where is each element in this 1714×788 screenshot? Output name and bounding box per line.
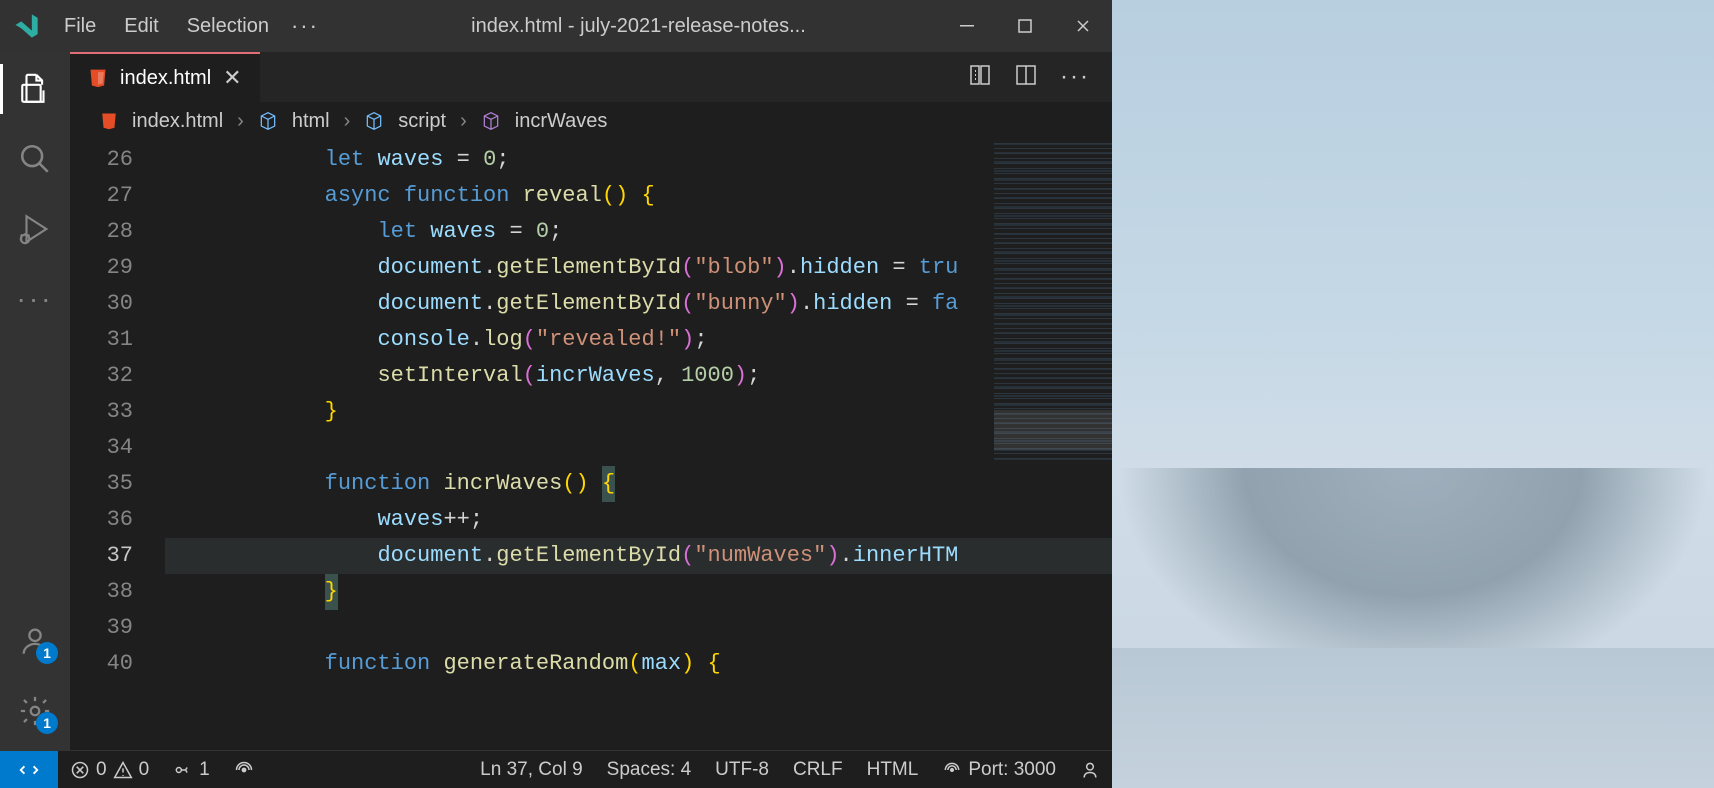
tab-index-html[interactable]: index.html ✕ xyxy=(70,52,260,102)
html5-icon xyxy=(100,112,118,130)
problems-status[interactable]: 0 0 xyxy=(58,759,161,781)
accounts-icon[interactable]: 1 xyxy=(16,622,54,660)
maximize-icon[interactable] xyxy=(1016,17,1034,35)
activity-bar: ··· 1 1 xyxy=(0,52,70,750)
line-numbers: 262728293031323334353637383940 xyxy=(70,140,165,750)
main-body: ··· 1 1 index.html xyxy=(0,52,1112,750)
split-editor-icon[interactable] xyxy=(1014,63,1038,91)
window-controls xyxy=(958,17,1092,35)
chevron-right-icon: › xyxy=(344,110,351,133)
html5-icon xyxy=(88,68,108,88)
vscode-window: File Edit Selection ··· index.html - jul… xyxy=(0,0,1112,788)
feedback-icon[interactable] xyxy=(1068,760,1112,780)
menu-file[interactable]: File xyxy=(64,15,96,38)
chevron-right-icon: › xyxy=(237,110,244,133)
cursor-position[interactable]: Ln 37, Col 9 xyxy=(468,759,594,781)
editor-actions: ··· xyxy=(968,63,1112,91)
run-debug-icon[interactable] xyxy=(16,210,54,248)
breadcrumb-file[interactable]: index.html xyxy=(132,110,223,133)
diff-icon[interactable] xyxy=(968,63,992,91)
code-content[interactable]: let waves = 0; async function reveal() {… xyxy=(165,140,1112,750)
breadcrumb-html[interactable]: html xyxy=(292,110,330,133)
ports-count: 1 xyxy=(199,759,210,781)
eol-status[interactable]: CRLF xyxy=(781,759,855,781)
tabs-row: index.html ✕ ··· xyxy=(70,52,1112,102)
method-icon xyxy=(481,111,501,131)
explorer-icon[interactable] xyxy=(16,70,54,108)
indentation-status[interactable]: Spaces: 4 xyxy=(595,759,704,781)
warnings-count: 0 xyxy=(139,759,150,781)
settings-badge: 1 xyxy=(36,712,58,734)
title-bar: File Edit Selection ··· index.html - jul… xyxy=(0,0,1112,52)
menu-edit[interactable]: Edit xyxy=(124,15,158,38)
more-icon[interactable]: ··· xyxy=(16,280,54,318)
minimap-slider[interactable] xyxy=(994,410,1112,450)
breadcrumb-script[interactable]: script xyxy=(398,110,446,133)
vscode-logo-icon xyxy=(12,12,40,40)
code-editor[interactable]: 262728293031323334353637383940 let waves… xyxy=(70,140,1112,750)
ports-status[interactable]: 1 xyxy=(161,759,222,781)
errors-count: 0 xyxy=(96,759,107,781)
menu-overflow[interactable]: ··· xyxy=(291,13,319,39)
remote-indicator[interactable] xyxy=(0,751,58,788)
chevron-right-icon: › xyxy=(460,110,467,133)
accounts-badge: 1 xyxy=(36,642,58,664)
editor-more-icon[interactable]: ··· xyxy=(1060,63,1090,91)
breadcrumb-function[interactable]: incrWaves xyxy=(515,110,608,133)
editor-area: index.html ✕ ··· index.html › html › xyxy=(70,52,1112,750)
language-mode[interactable]: HTML xyxy=(855,759,931,781)
minimize-icon[interactable] xyxy=(958,17,976,35)
port-label: Port: 3000 xyxy=(968,759,1056,781)
search-icon[interactable] xyxy=(16,140,54,178)
menu-bar: File Edit Selection xyxy=(64,15,269,38)
tab-close-icon[interactable]: ✕ xyxy=(223,65,241,91)
close-icon[interactable] xyxy=(1074,17,1092,35)
cube-icon xyxy=(364,111,384,131)
tab-label: index.html xyxy=(120,67,211,90)
menu-selection[interactable]: Selection xyxy=(187,15,269,38)
live-preview-status[interactable] xyxy=(222,760,266,780)
port-status[interactable]: Port: 3000 xyxy=(930,759,1068,781)
settings-gear-icon[interactable]: 1 xyxy=(16,692,54,730)
encoding-status[interactable]: UTF-8 xyxy=(703,759,781,781)
window-title: index.html - july-2021-release-notes... xyxy=(319,15,958,38)
breadcrumbs[interactable]: index.html › html › script › incrWaves xyxy=(70,102,1112,140)
cube-icon xyxy=(258,111,278,131)
status-bar: 0 0 1 Ln 37, Col 9 Spaces: 4 UTF-8 CRLF … xyxy=(0,750,1112,788)
desktop-background xyxy=(1112,0,1714,788)
